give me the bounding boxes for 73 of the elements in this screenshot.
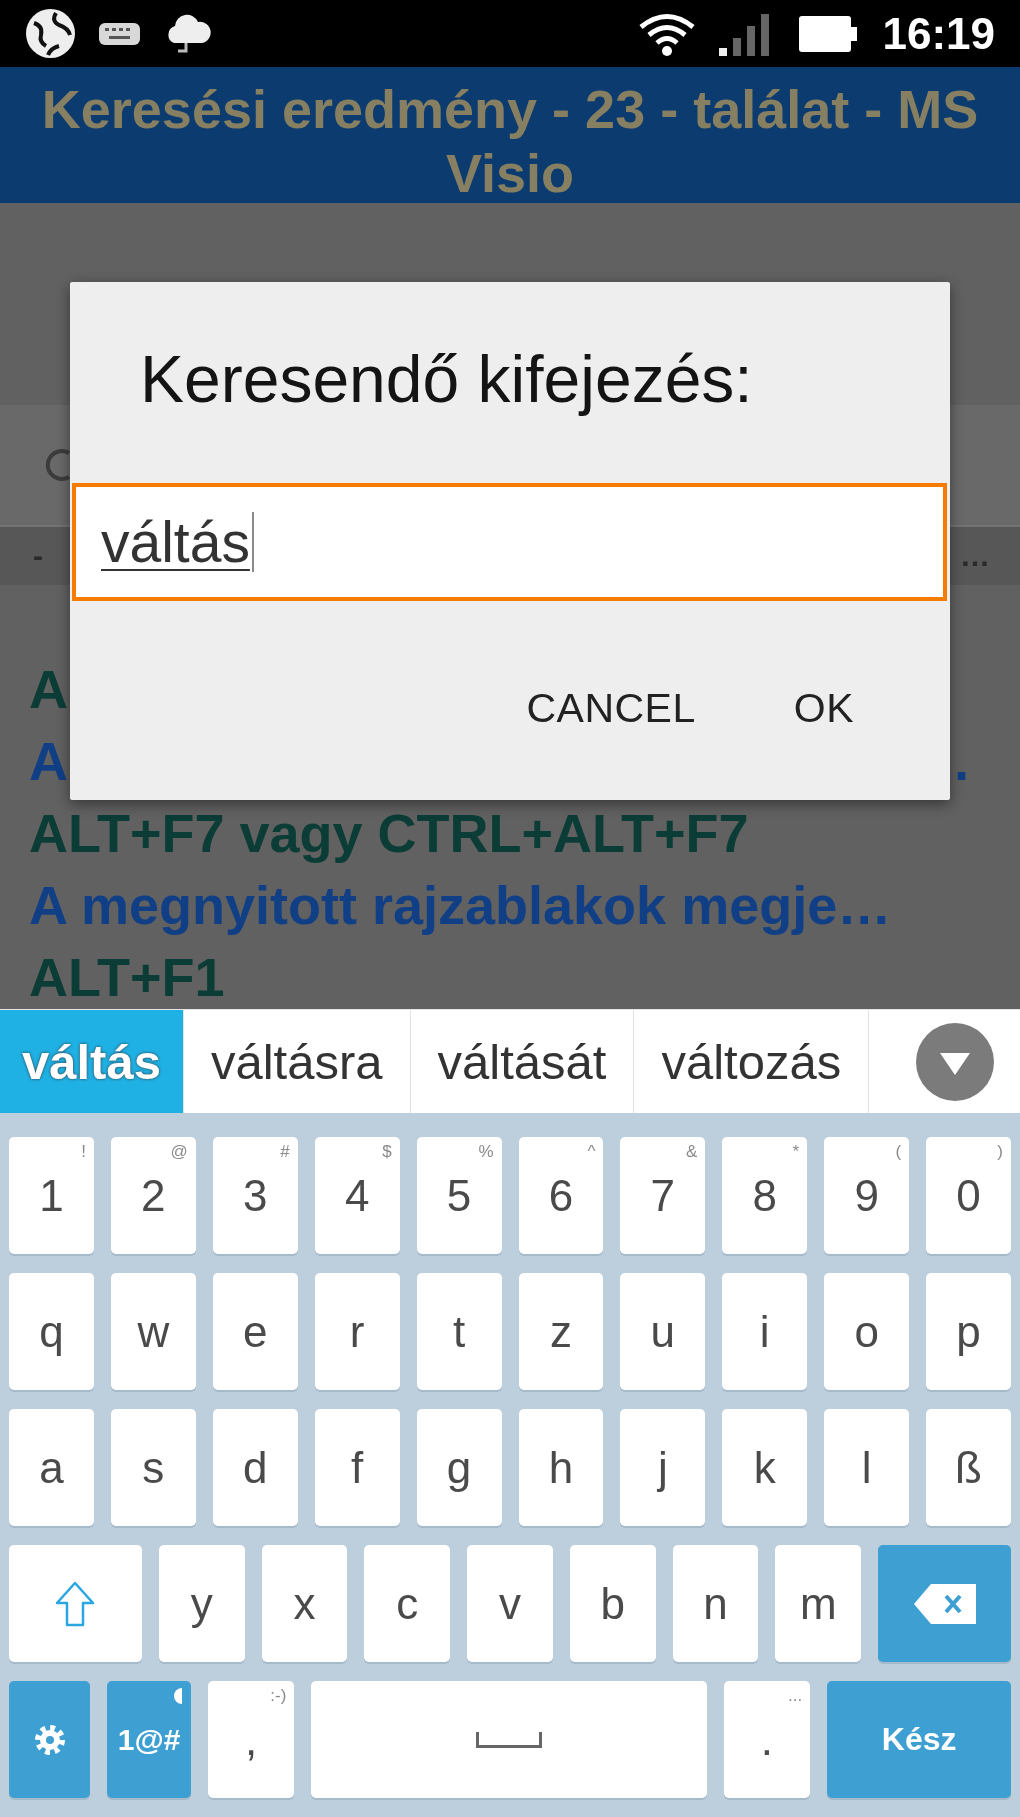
ok-button[interactable]: OK	[773, 668, 874, 748]
character-key[interactable]: 8 *	[722, 1137, 808, 1254]
status-time: 16:19	[882, 8, 995, 59]
globe-icon	[26, 9, 75, 58]
character-key[interactable]: 3 #	[212, 1137, 298, 1254]
character-key[interactable]: w	[110, 1273, 196, 1390]
window-title: Keresési eredmény - 23 - találat - MS Visio	[40, 78, 980, 203]
backspace-key[interactable]	[878, 1545, 1011, 1662]
wifi-icon	[638, 11, 697, 56]
space-bar-icon	[475, 1731, 542, 1748]
character-key[interactable]: h	[518, 1409, 604, 1526]
character-key[interactable]: 2 @	[110, 1137, 196, 1254]
character-key[interactable]: z	[518, 1273, 604, 1390]
character-key[interactable]: u	[620, 1273, 706, 1390]
key-hint: !	[81, 1143, 86, 1161]
header-text: …	[960, 539, 990, 573]
key-hint: ...	[788, 1687, 803, 1705]
character-key[interactable]: m	[775, 1545, 862, 1662]
character-key[interactable]: 1 !	[9, 1137, 94, 1254]
input-field[interactable]: váltás	[72, 483, 947, 601]
key-hint: %	[478, 1143, 494, 1161]
character-key[interactable]: t	[416, 1273, 502, 1390]
character-key[interactable]: k	[722, 1409, 808, 1526]
settings-icon	[34, 1724, 65, 1755]
dialog-title: Keresendő kifejezés:	[140, 341, 753, 417]
character-key[interactable]: c	[364, 1545, 451, 1662]
character-key[interactable]: 4 $	[314, 1137, 400, 1254]
text-cursor	[251, 512, 254, 572]
signal-icon	[719, 11, 772, 56]
character-key[interactable]: 9 (	[824, 1137, 910, 1254]
character-key[interactable]: y	[158, 1545, 245, 1662]
key-hint: ^	[587, 1143, 596, 1161]
cancel-button[interactable]: CANCEL	[506, 668, 716, 748]
character-key[interactable]: r	[314, 1273, 400, 1390]
key-hint: )	[997, 1143, 1003, 1161]
key-hint: *	[792, 1143, 800, 1161]
key-hint: @	[170, 1143, 188, 1161]
character-key[interactable]: ß	[926, 1409, 1011, 1526]
key-hint: $	[382, 1143, 392, 1161]
key-hint: &	[685, 1143, 698, 1161]
settings-key[interactable]	[9, 1681, 91, 1798]
character-key[interactable]: 5 %	[416, 1137, 502, 1254]
key-hint: (	[895, 1143, 902, 1161]
character-key[interactable]: i	[722, 1273, 808, 1390]
character-key[interactable]: g	[416, 1409, 502, 1526]
character-key[interactable]: j	[620, 1409, 706, 1526]
header-text: -	[33, 539, 43, 573]
character-key[interactable]: d	[212, 1409, 298, 1526]
shift-icon	[55, 1580, 96, 1627]
truncated-text: .	[954, 730, 969, 792]
battery-icon	[799, 15, 858, 52]
key-hint: :-)	[270, 1687, 287, 1705]
character-key[interactable]: 7 &	[620, 1137, 706, 1254]
character-key[interactable]: 6 ^	[518, 1137, 604, 1254]
character-key[interactable]: s	[110, 1409, 196, 1526]
character-key[interactable]: n	[672, 1545, 759, 1662]
shift-key[interactable]	[9, 1545, 142, 1662]
character-key[interactable]: p	[926, 1273, 1011, 1390]
character-key[interactable]: l	[824, 1409, 910, 1526]
character-key[interactable]: v	[467, 1545, 553, 1662]
backspace-icon	[913, 1583, 976, 1624]
character-key[interactable]: e	[212, 1273, 298, 1390]
character-key[interactable]: . ...	[723, 1681, 811, 1798]
character-key[interactable]: o	[824, 1273, 910, 1390]
character-key[interactable]: 0 )	[926, 1137, 1011, 1254]
character-key[interactable]: q	[9, 1273, 94, 1390]
character-key[interactable]: a	[9, 1409, 94, 1526]
character-key[interactable]: f	[314, 1409, 400, 1526]
key-hint: #	[280, 1143, 290, 1161]
keyboard-icon	[99, 22, 140, 45]
character-key[interactable]: , :-)	[207, 1681, 295, 1798]
character-key[interactable]: x	[261, 1545, 348, 1662]
character-key[interactable]: b	[569, 1545, 656, 1662]
